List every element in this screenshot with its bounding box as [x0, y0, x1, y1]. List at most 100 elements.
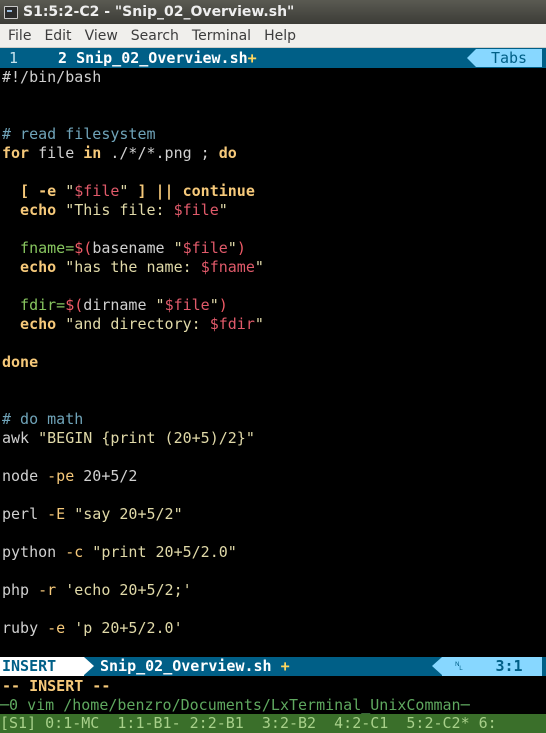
terminal-icon [4, 5, 18, 19]
status-filename: Snip_02_Overview.sh + [100, 657, 290, 676]
keyword: in [83, 144, 102, 162]
variable: $file [164, 296, 210, 314]
menu-file[interactable]: File [0, 24, 36, 48]
keyword: echo [2, 201, 57, 219]
tab-2-filename: Snip_02_Overview.sh [76, 49, 248, 67]
flag: -c [65, 543, 84, 561]
menu-terminal[interactable]: Terminal [184, 24, 256, 48]
string: "and directory: [56, 315, 210, 333]
subshell: $( [74, 239, 93, 257]
tab-2-modified: + [247, 49, 257, 67]
menu-search[interactable]: Search [123, 24, 184, 48]
string: " [254, 315, 264, 333]
subshell: ) [236, 239, 246, 257]
code-text: basename [92, 239, 174, 257]
variable: $file [182, 239, 228, 257]
cursor-position: 3:1 [476, 657, 542, 676]
code-line-8: echo "This file: $file" [2, 201, 228, 220]
status-modified: + [280, 657, 290, 675]
assignment: fname= [2, 239, 75, 257]
command: awk [2, 429, 39, 447]
code-line-22: node -pe 20+5/2 [2, 467, 137, 486]
command: ruby [2, 619, 48, 637]
code-line-10: fname=$(basename "$file") [2, 239, 246, 258]
code-line-20: awk "BEGIN {print (20+5)/2}" [2, 429, 255, 448]
keyword: done [2, 353, 39, 371]
vim-statusline: INSERT Snip_02_Overview.sh + ␤ 3:1 [0, 657, 546, 676]
shebang: #!/bin/bash [2, 68, 102, 86]
string: " [227, 239, 237, 257]
string: "This file: [56, 201, 174, 219]
tabs-arrow-icon [467, 49, 476, 67]
menu-edit[interactable]: Edit [36, 24, 76, 48]
code-line-24: perl -E "say 20+5/2" [2, 505, 183, 524]
tab-1[interactable]: 1 [0, 48, 58, 68]
command: php [2, 581, 39, 599]
encoding-arrow-icon [432, 657, 442, 675]
flag: -pe [47, 467, 75, 485]
variable: $file [173, 201, 219, 219]
assignment: fdir= [2, 296, 66, 314]
terminal-area[interactable]: 1 2 Snip_02_Overview.sh+ Tabs #!/bin/bas… [0, 48, 546, 733]
flag: -r [38, 581, 57, 599]
variable: $file [74, 182, 120, 200]
variable: $fdir [209, 315, 255, 333]
window-titlebar: S1:5:2-C2 - "Snip_02_Overview.sh" [0, 0, 546, 24]
code-text: [ [2, 182, 39, 200]
flag: -E [47, 505, 66, 523]
variable: $fname [200, 258, 255, 276]
vim-tabline: 1 2 Snip_02_Overview.sh+ Tabs [0, 48, 546, 68]
code-line-28: php -r 'echo 20+5/2;' [2, 581, 192, 600]
tabs-label: Tabs [476, 49, 542, 67]
status-filename-text: Snip_02_Overview.sh [100, 657, 272, 675]
command: python [2, 543, 66, 561]
code-text: 20+5/2 [74, 467, 138, 485]
menu-view[interactable]: View [77, 24, 123, 48]
string: 'p 20+5/2.0' [65, 619, 183, 637]
code-text: file [29, 144, 84, 162]
code-text: dirname [83, 296, 156, 314]
tmux-pane-title: ─0 vim /home/benzro/Documents/LxTerminal… [0, 696, 470, 714]
string: " [173, 239, 183, 257]
flag: -e [38, 182, 57, 200]
tab-2-active[interactable]: 2 Snip_02_Overview.sh+ [58, 48, 261, 68]
mode-indicator: INSERT [0, 657, 84, 676]
keyword: continue [173, 182, 255, 200]
keyword: for [2, 144, 30, 162]
command: perl [2, 505, 48, 523]
comment: # do math [2, 410, 84, 428]
string: "print 20+5/2.0" [83, 543, 237, 561]
code-line-30: ruby -e 'p 20+5/2.0' [2, 619, 183, 638]
string: " [209, 296, 219, 314]
string: " [56, 182, 75, 200]
keyword: echo [2, 258, 57, 276]
subshell: ) [218, 296, 228, 314]
vim-cmdline: -- INSERT -- [2, 677, 111, 695]
code-line-26: python -c "print 20+5/2.0" [2, 543, 237, 562]
code-line-4: # read filesystem [2, 125, 156, 144]
menu-help[interactable]: Help [256, 24, 301, 48]
string: " [254, 258, 264, 276]
string: 'echo 20+5/2;' [56, 581, 192, 599]
flag: -e [47, 619, 66, 637]
tmux-status-bar[interactable]: [S1] 0:1-MC 1:1-B1- 2:2-B1 3:2-B2 4:2-C1… [0, 714, 546, 733]
subshell: $( [65, 296, 84, 314]
tab-2-number: 2 [58, 49, 68, 67]
window-title: S1:5:2-C2 - "Snip_02_Overview.sh" [23, 4, 295, 20]
operator: || [155, 182, 174, 200]
code-line-19: # do math [2, 410, 83, 429]
code-line-5: for file in ./*/*.png ; do [2, 144, 237, 163]
code-line-16: done [2, 353, 38, 372]
string: "BEGIN {print (20+5)/2}" [38, 429, 255, 447]
string: "say 20+5/2" [65, 505, 183, 523]
command: node [2, 467, 48, 485]
comment: # read filesystem [2, 125, 156, 143]
code-line-1: #!/bin/bash [2, 68, 101, 87]
code-line-7: [ -e "$file" ] || continue [2, 182, 255, 201]
string: "has the name: [56, 258, 201, 276]
keyword: echo [2, 315, 57, 333]
code-line-14: echo "and directory: $fdir" [2, 315, 264, 334]
keyword: do [218, 144, 237, 162]
menubar: File Edit View Search Terminal Help [0, 24, 546, 48]
encoding-icon: ␤ [442, 657, 476, 676]
